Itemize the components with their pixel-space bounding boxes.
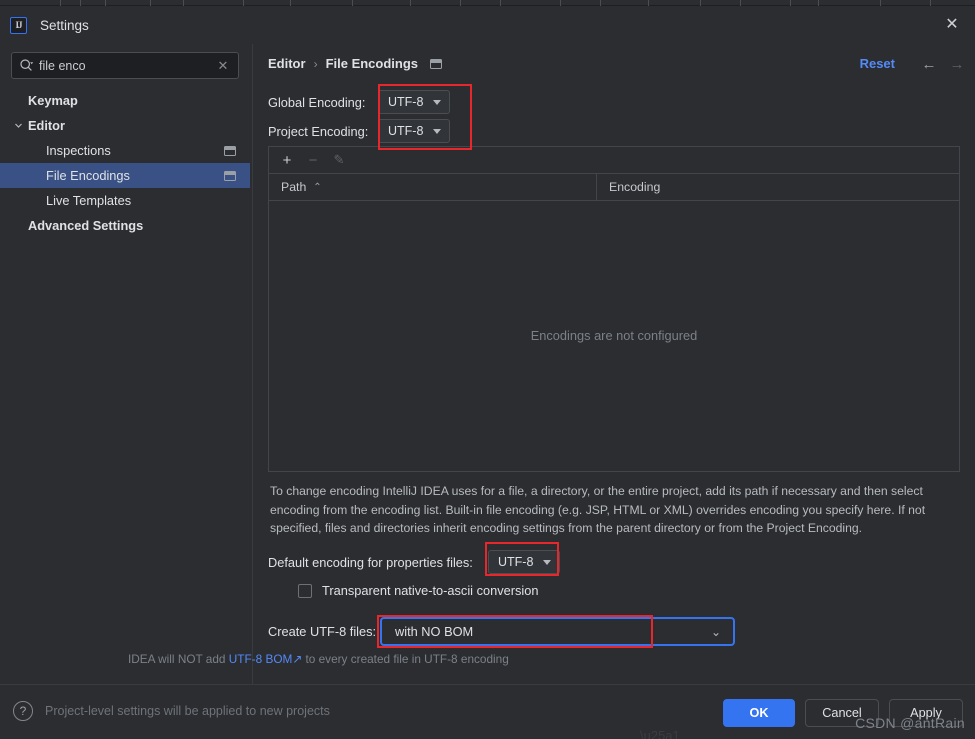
footer-note: Project-level settings will be applied t… <box>45 704 330 718</box>
column-header-encoding-label: Encoding <box>609 180 661 194</box>
sidebar-item-inspections[interactable]: Inspections <box>0 138 250 163</box>
global-encoding-row: Global Encoding: UTF-8 <box>268 90 450 114</box>
table-header-row: Path ⌃ Encoding <box>269 174 959 201</box>
reset-link[interactable]: Reset <box>860 56 895 71</box>
properties-encoding-value: UTF-8 <box>498 555 534 569</box>
column-header-path[interactable]: Path ⌃ <box>269 174 597 200</box>
project-encoding-value: UTF-8 <box>388 124 424 138</box>
project-scope-icon <box>224 170 236 181</box>
ok-button[interactable]: OK <box>723 699 795 727</box>
chevron-down-icon <box>543 559 552 565</box>
close-icon[interactable]: ✕ <box>937 10 967 40</box>
project-scope-icon <box>224 145 236 156</box>
native-to-ascii-row[interactable]: Transparent native-to-ascii conversion <box>298 583 538 598</box>
project-encoding-row: Project Encoding: UTF-8 <box>268 119 450 143</box>
external-link-icon[interactable]: ↗ <box>292 652 302 666</box>
column-header-path-label: Path <box>281 180 307 194</box>
project-encoding-dropdown[interactable]: UTF-8 <box>378 119 450 143</box>
create-utf8-value: with NO BOM <box>395 624 474 639</box>
properties-encoding-label: Default encoding for properties files: <box>268 554 473 570</box>
chevron-down-icon: ⌄ <box>710 624 721 639</box>
breadcrumb-current: File Encodings <box>325 56 419 71</box>
sidebar-item-label: Advanced Settings <box>28 218 144 233</box>
bom-hint: IDEA will NOT add UTF-8 BOM↗ to every cr… <box>128 652 509 666</box>
table-toolbar: + − ✎ <box>269 147 959 174</box>
encodings-table: + − ✎ Path ⌃ Encoding Encodings are not … <box>268 146 960 472</box>
sidebar-item-live-templates[interactable]: Live Templates <box>0 188 250 213</box>
properties-encoding-dropdown[interactable]: UTF-8 <box>488 550 560 574</box>
sidebar-item-label: Inspections <box>46 143 111 158</box>
create-utf8-row: Create UTF-8 files: with NO BOM ⌄ <box>268 617 735 646</box>
breadcrumb-separator: › <box>313 56 318 71</box>
chevron-down-icon <box>13 121 23 131</box>
dialog-footer: ? Project-level settings will be applied… <box>0 684 975 739</box>
project-encoding-label: Project Encoding: <box>268 123 369 139</box>
cancel-button[interactable]: Cancel <box>805 699 879 727</box>
chevron-down-icon <box>433 128 442 134</box>
column-header-encoding[interactable]: Encoding <box>597 180 660 194</box>
global-encoding-label: Global Encoding: <box>268 94 366 110</box>
native-to-ascii-checkbox[interactable] <box>298 583 312 598</box>
utf8-bom-link[interactable]: UTF-8 BOM <box>229 652 293 666</box>
sidebar-item-file-encodings[interactable]: File Encodings <box>0 163 250 188</box>
sidebar-item-label: Keymap <box>28 93 78 108</box>
global-encoding-dropdown[interactable]: UTF-8 <box>378 90 450 114</box>
bom-hint-prefix: IDEA will NOT add <box>128 652 229 666</box>
bom-hint-suffix: to every created file in UTF-8 encoding <box>302 652 509 666</box>
window-title: Settings <box>40 17 89 33</box>
create-utf8-dropdown[interactable]: with NO BOM ⌄ <box>380 617 735 646</box>
project-scope-icon <box>430 58 443 69</box>
breadcrumb: Editor › File Encodings <box>268 56 443 71</box>
content-pane: Editor › File Encodings Reset ← → Global… <box>252 44 975 684</box>
remove-icon[interactable]: − <box>302 149 324 171</box>
apply-button[interactable]: Apply <box>889 699 963 727</box>
navigate-forward-icon[interactable]: → <box>947 54 967 74</box>
search-field[interactable]: ✕ <box>11 52 239 79</box>
settings-sidebar: Keymap Editor Inspections File Encodings… <box>0 88 250 668</box>
native-to-ascii-label: Transparent native-to-ascii conversion <box>322 583 539 598</box>
sidebar-item-keymap[interactable]: Keymap <box>0 88 250 113</box>
help-icon[interactable]: ? <box>13 701 33 721</box>
search-icon <box>19 58 34 73</box>
edit-pencil-icon[interactable]: ✎ <box>328 149 350 171</box>
sidebar-item-label: Live Templates <box>46 193 132 208</box>
chevron-down-icon <box>433 99 442 105</box>
properties-encoding-row: Default encoding for properties files: U… <box>268 550 560 574</box>
sidebar-item-advanced-settings[interactable]: Advanced Settings <box>0 213 250 238</box>
table-empty-message: Encodings are not configured <box>530 327 698 343</box>
sidebar-item-editor[interactable]: Editor <box>0 113 250 138</box>
sort-ascending-icon: ⌃ <box>313 181 322 193</box>
intellij-logo-icon: IJ <box>10 16 27 34</box>
global-encoding-value: UTF-8 <box>388 95 424 109</box>
navigate-back-icon[interactable]: ← <box>919 54 939 74</box>
breadcrumb-parent[interactable]: Editor <box>268 56 306 71</box>
sidebar-item-label: File Encodings <box>46 168 130 183</box>
search-clear-icon[interactable]: ✕ <box>212 55 234 77</box>
background-glyph: \u25a1 <box>640 728 680 739</box>
sidebar-item-label: Editor <box>28 118 65 133</box>
settings-dialog: IJ Settings ✕ ✕ Keymap Editor Inspection… <box>0 0 975 739</box>
create-utf8-label: Create UTF-8 files: <box>268 624 377 639</box>
search-input[interactable] <box>39 58 212 73</box>
help-description: To change encoding IntelliJ IDEA uses fo… <box>270 484 926 535</box>
title-bar: IJ Settings ✕ <box>0 6 975 44</box>
add-icon[interactable]: + <box>276 149 298 171</box>
